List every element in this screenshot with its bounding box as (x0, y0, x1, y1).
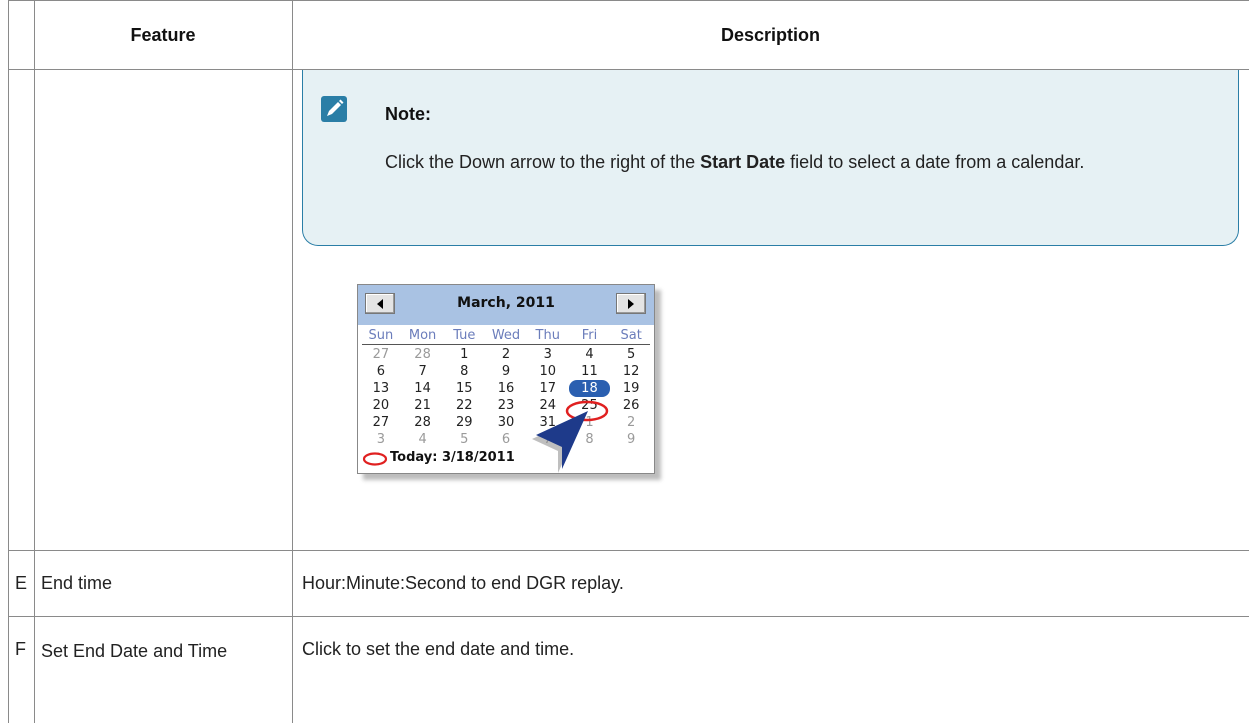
calendar-header: March, 2011 (358, 285, 654, 325)
day-cell: 26 (622, 398, 640, 413)
day-cell: 6 (376, 364, 385, 379)
row-f-feature: Set End Date and Time (41, 641, 228, 661)
today-label: Today: 3/18/2011 (390, 450, 515, 465)
day-cell: 5 (460, 432, 469, 447)
day-cell: 27 (372, 415, 390, 430)
day-cell: 29 (456, 415, 473, 430)
weekday-sun: Sun (368, 328, 394, 343)
row-e-description: Hour:Minute:Second to end DGR replay. (302, 573, 624, 593)
weekday-thu: Thu (535, 328, 560, 343)
day-cell: 15 (456, 381, 473, 396)
note-body-post: field to select a date from a calendar. (785, 152, 1085, 172)
day-cell: 6 (501, 432, 511, 447)
day-cell: 2 (501, 347, 511, 362)
header-feature: Feature (130, 24, 196, 45)
day-cell: 14 (414, 381, 431, 396)
day-cell: 2 (627, 415, 636, 430)
note-box: Note: Click the Down arrow to the right … (302, 70, 1239, 246)
day-cell: 9 (627, 432, 636, 447)
selected-day-cell: 18 (568, 380, 611, 397)
day-cell: 7 (418, 364, 427, 379)
feature-column-divider (292, 0, 293, 723)
weekday-tue: Tue (453, 328, 476, 343)
next-month-button (616, 293, 646, 314)
day-cell: 13 (372, 381, 390, 396)
week-row-2: 6 7 8 9 10 11 12 (360, 363, 652, 380)
day-cell: 11 (581, 364, 598, 379)
day-cell: 21 (414, 398, 431, 413)
day-cell: 19 (622, 381, 640, 396)
row-f-description: Click to set the end date and time. (302, 639, 575, 659)
pointer-arrow-icon (532, 411, 588, 473)
calendar-month-title: March, 2011 (457, 295, 555, 311)
day-cell: 10 (539, 364, 556, 379)
note-body-pre: Click the Down arrow to the right of the (385, 152, 701, 172)
week-row-6: 3 4 5 6 7 8 9 (360, 431, 652, 448)
weekday-row: Sun Mon Tue Wed Thu Fri Sat (360, 327, 652, 344)
weekday-sat: Sat (620, 328, 642, 343)
day-cell: 27 (372, 347, 390, 362)
note-body: Click the Down arrow to the right of the… (385, 142, 1235, 182)
header-description: Description (720, 24, 821, 45)
day-cell: 4 (585, 347, 594, 362)
row-e-feature: End time (41, 573, 113, 593)
note-body-field-name: Start Date (700, 152, 786, 172)
day-cell: 23 (497, 398, 515, 413)
day-cell: 28 (414, 415, 431, 430)
weekday-mon: Mon (408, 328, 437, 343)
weekday-underline (362, 344, 650, 345)
row-divider-d-e (8, 550, 1249, 551)
day-cell: 22 (456, 398, 473, 413)
day-cell: 5 (627, 347, 636, 362)
calendar-grid: Sun Mon Tue Wed Thu Fri Sat 27 28 1 2 3 … (360, 327, 652, 448)
row-f-label: F (15, 639, 26, 659)
row-divider-e-f (8, 616, 1249, 617)
day-cell: 20 (372, 398, 390, 413)
day-cell: 3 (376, 432, 385, 447)
today-marker-icon (362, 452, 388, 466)
note-title: Note: (385, 104, 431, 124)
table-left-border (8, 0, 9, 723)
week-row-1: 27 28 1 2 3 4 5 (360, 346, 652, 363)
weekday-fri: Fri (581, 328, 598, 343)
note-pencil-icon (321, 96, 347, 122)
day-cell: 9 (501, 364, 511, 379)
calendar-image: March, 2011 Sun Mon Tue Wed Thu Fri Sat … (357, 284, 655, 474)
weekday-wed: Wed (491, 328, 521, 343)
row-e-label: E (15, 573, 28, 593)
week-row-3: 13 14 15 16 17 18 19 (360, 380, 652, 397)
day-cell: 4 (418, 432, 427, 447)
day-cell: 12 (622, 364, 640, 379)
day-cell: 3 (543, 347, 552, 362)
day-cell: 28 (414, 347, 431, 362)
day-cell: 8 (460, 364, 469, 379)
next-month-arrow-icon (628, 299, 634, 309)
day-cell: 1 (460, 347, 469, 362)
label-column-divider (34, 0, 35, 723)
day-cell: 30 (497, 415, 515, 430)
day-cell: 16 (497, 381, 515, 396)
day-cell: 17 (539, 381, 556, 396)
